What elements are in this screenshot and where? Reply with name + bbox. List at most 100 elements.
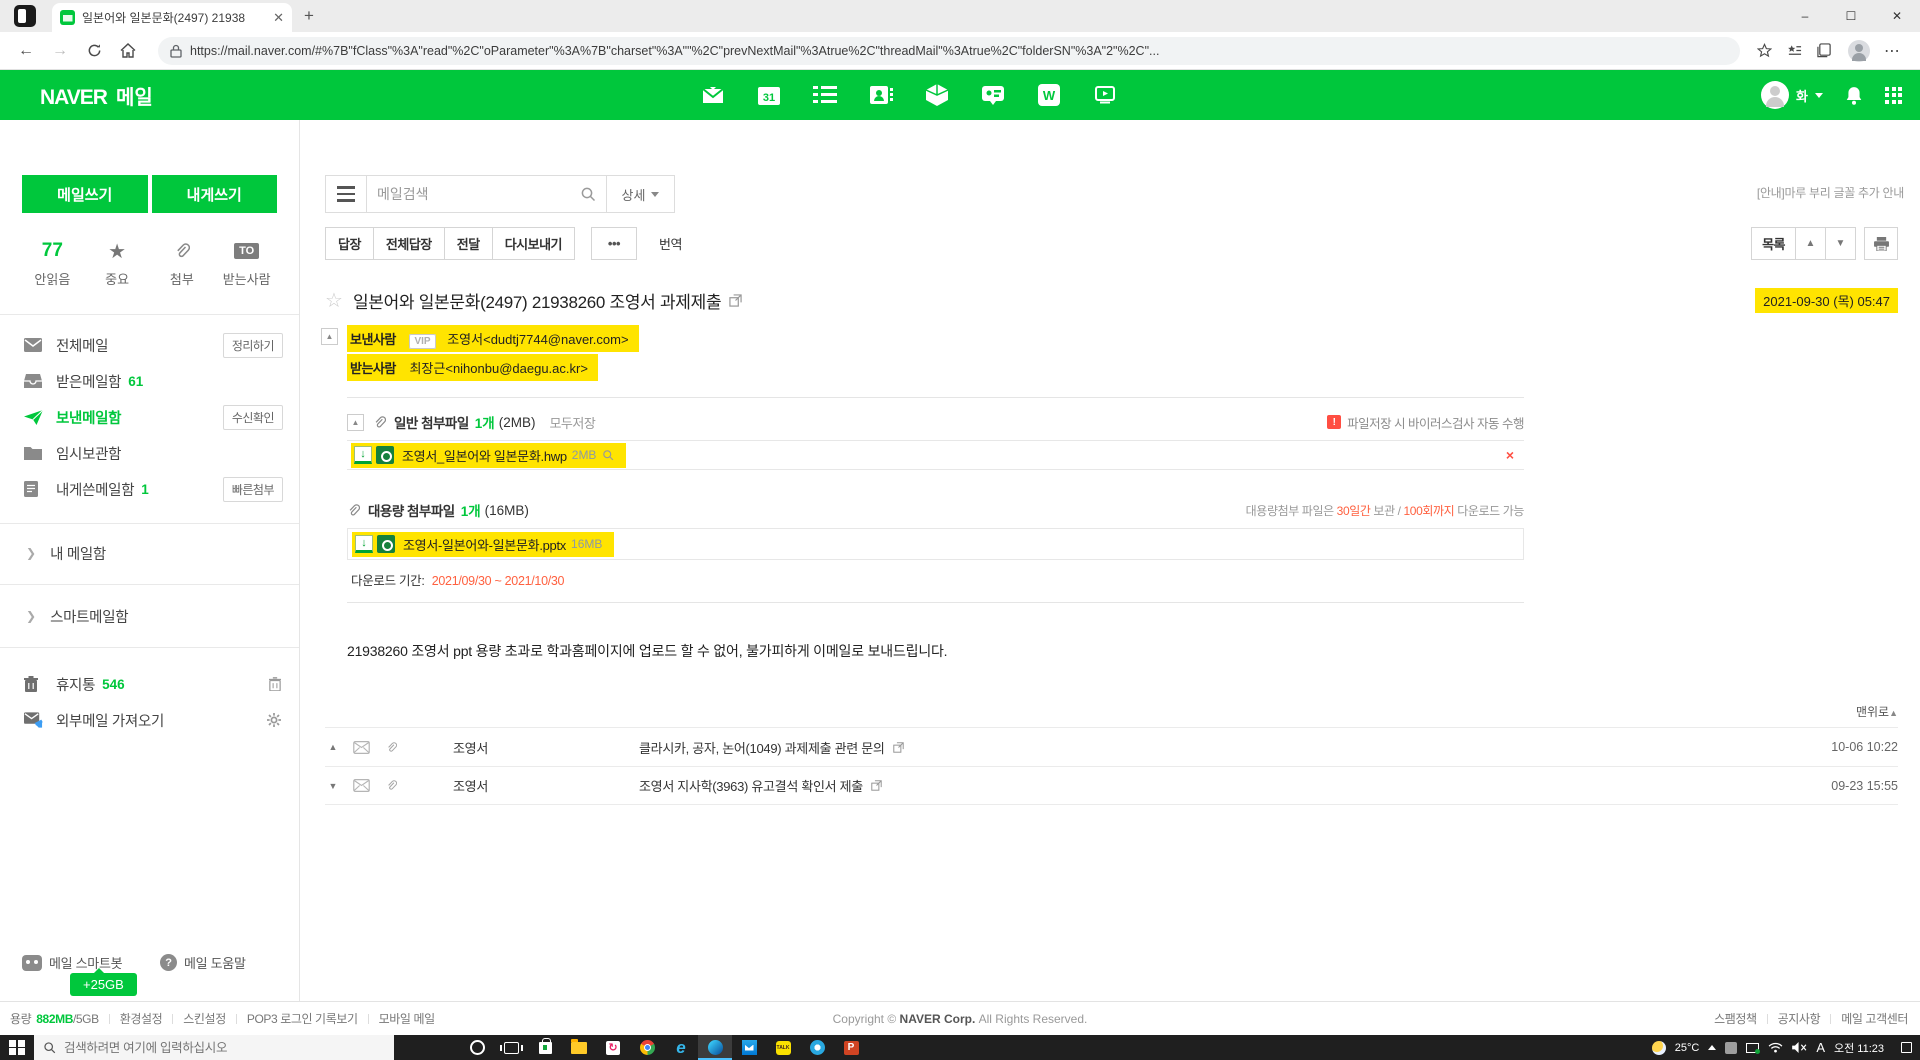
browser-tab[interactable]: 일본어와 일본문화(2497) 21938 ✕ (52, 3, 292, 32)
favorites-add-icon[interactable] (1750, 37, 1778, 65)
memo-service-icon[interactable] (812, 82, 838, 108)
collapse-attachments-button[interactable]: ▲ (347, 414, 364, 431)
calendar-service-icon[interactable]: 31 (756, 82, 782, 108)
url-field[interactable]: https://mail.naver.com/#%7B"fClass"%3A"r… (158, 37, 1740, 65)
download-icon[interactable]: ↓ (354, 446, 372, 464)
menu-hamburger-button[interactable] (325, 175, 367, 213)
stat-to-me[interactable]: TO 받는사람 (214, 239, 279, 288)
gear-icon[interactable] (267, 713, 281, 727)
resend-button[interactable]: 다시보내기 (493, 227, 575, 260)
stat-attachment[interactable]: 첨부 (150, 239, 215, 288)
back-icon[interactable]: ← (12, 37, 40, 65)
file-explorer-icon[interactable] (562, 1035, 596, 1060)
remove-attachment-icon[interactable]: × (1506, 447, 1514, 463)
weather-icon[interactable] (1652, 1041, 1666, 1055)
naver-mail-logo[interactable]: NAVER 메일 (40, 81, 153, 110)
empty-trash-icon[interactable] (269, 677, 281, 691)
save-all-button[interactable]: 모두저장 (549, 413, 595, 432)
back-to-list-button[interactable]: 목록 (1751, 227, 1796, 260)
temperature[interactable]: 25°C (1675, 1042, 1700, 1054)
favorites-bar-icon[interactable] (1780, 37, 1808, 65)
to-address[interactable]: 최장근<nihonbu@daegu.ac.kr> (409, 361, 587, 376)
tab-close-icon[interactable]: ✕ (273, 10, 284, 26)
expand-arrow-icon[interactable]: ▲ (325, 742, 341, 752)
apps-grid-icon[interactable] (1885, 87, 1902, 104)
footer-link-mobile[interactable]: 모바일 메일 (379, 1010, 435, 1027)
my-mailbox-group[interactable]: ❯ 내 메일함 (0, 536, 299, 570)
write-to-me-button[interactable]: 내게쓰기 (152, 175, 278, 213)
maximize-button[interactable]: ☐ (1828, 0, 1874, 32)
footer-link-settings[interactable]: 환경설정 (120, 1010, 163, 1027)
mail-search-input[interactable] (377, 186, 580, 202)
new-tab-button[interactable]: + (304, 6, 314, 26)
read-receipt-button[interactable]: 수신확인 (223, 405, 283, 430)
taskbar-search-box[interactable] (34, 1035, 394, 1060)
trash-row[interactable]: 휴지통 546 (0, 666, 299, 702)
reply-all-button[interactable]: 전체답장 (374, 227, 445, 260)
mail-service-icon[interactable] (700, 82, 726, 108)
thread-subject[interactable]: 클라시카, 공자, 논어(1049) 과제제출 관련 문의 (639, 738, 904, 757)
skype-icon[interactable] (800, 1035, 834, 1060)
open-new-window-icon[interactable] (729, 294, 742, 307)
folder-to-me[interactable]: 내게쓴메일함 1 빠른첨부 (0, 471, 299, 507)
hwp-file-chip[interactable]: ↓ 조영서_일본어와 일본문화.hwp 2MB (351, 443, 626, 468)
internet-explorer-icon[interactable]: e (664, 1035, 698, 1060)
cortana-icon[interactable] (460, 1035, 494, 1060)
smart-mailbox-group[interactable]: ❯ 스마트메일함 (0, 599, 299, 633)
pptx-file-chip[interactable]: ↓ 조영서-일본어와-일본문화.pptx 16MB (352, 532, 614, 557)
folder-drafts[interactable]: 임시보관함 (0, 435, 299, 471)
close-button[interactable]: ✕ (1874, 0, 1920, 32)
tv-service-icon[interactable] (1092, 82, 1118, 108)
search-detail-dropdown[interactable]: 상세 (607, 175, 675, 213)
home-icon[interactable] (114, 37, 142, 65)
task-view-icon[interactable] (494, 1035, 528, 1060)
footer-link-pop3[interactable]: POP3 로그인 기록보기 (247, 1010, 358, 1027)
start-button[interactable] (0, 1035, 34, 1060)
back-to-top-link[interactable]: 맨위로▲ (325, 703, 1898, 720)
refresh-icon[interactable] (80, 37, 108, 65)
taskbar-search-input[interactable] (64, 1041, 385, 1055)
footer-link-spam[interactable]: 스팸정책 (1714, 1010, 1757, 1027)
collections-icon[interactable] (1810, 37, 1838, 65)
microsoft-store-icon[interactable] (528, 1035, 562, 1060)
powerpoint-icon[interactable]: P (834, 1035, 868, 1060)
reply-button[interactable]: 답장 (325, 227, 374, 260)
folder-sent[interactable]: 보낸메일함 수신확인 (0, 399, 299, 435)
from-address[interactable]: 조영서<dudtj7744@naver.com> (447, 332, 628, 347)
organize-button[interactable]: 정리하기 (223, 333, 283, 358)
action-center-icon[interactable] (1901, 1042, 1912, 1053)
thread-row-1[interactable]: ▲ 조영서 클라시카, 공자, 논어(1049) 과제제출 관련 문의 (325, 727, 1898, 766)
more-actions-button[interactable]: ••• (591, 227, 637, 260)
ime-indicator[interactable]: A (1816, 1040, 1825, 1055)
open-new-window-icon[interactable] (871, 780, 882, 791)
translate-button[interactable]: 번역 (659, 234, 682, 253)
browser-workspaces-icon[interactable] (14, 5, 36, 27)
forward-icon[interactable]: → (46, 37, 74, 65)
download-icon[interactable]: ↓ (355, 535, 373, 553)
mail-help-link[interactable]: ? 메일 도움말 (160, 953, 246, 972)
expand-arrow-icon[interactable]: ▼ (325, 781, 341, 791)
footer-link-notice[interactable]: 공지사항 (1778, 1010, 1821, 1027)
quota-promo-badge[interactable]: +25GB (70, 973, 137, 996)
thread-subject[interactable]: 조영서 지사학(3963) 유고결석 확인서 제출 (639, 776, 882, 795)
footer-link-support[interactable]: 메일 고객센터 (1841, 1010, 1908, 1027)
collapse-header-button[interactable]: ▲ (321, 328, 338, 345)
previous-mail-button[interactable]: ▲ (1796, 227, 1826, 260)
display-status-icon[interactable] (1746, 1043, 1759, 1053)
chrome-icon[interactable] (630, 1035, 664, 1060)
sync-app-icon[interactable]: ↻ (596, 1035, 630, 1060)
folder-inbox[interactable]: 받은메일함 61 (0, 363, 299, 399)
quick-attach-button[interactable]: 빠른첨부 (223, 477, 283, 502)
forward-button[interactable]: 전달 (445, 227, 493, 260)
stat-important[interactable]: ★ 중요 (85, 239, 150, 288)
font-notice[interactable]: [안내]마루 부리 글꼴 추가 안내 (1757, 184, 1904, 201)
star-outline-icon[interactable]: ☆ (325, 288, 343, 313)
folder-all-mail[interactable]: 전체메일 정리하기 (0, 327, 299, 363)
edge-icon[interactable] (698, 1035, 732, 1060)
hidden-icons-chevron[interactable] (1708, 1045, 1716, 1050)
tray-app-icon[interactable] (1725, 1042, 1737, 1054)
notifications-bell-icon[interactable] (1845, 86, 1863, 105)
minimize-button[interactable]: – (1782, 0, 1828, 32)
works-service-icon[interactable]: W (1036, 82, 1062, 108)
account-menu[interactable]: 화 (1761, 81, 1823, 109)
